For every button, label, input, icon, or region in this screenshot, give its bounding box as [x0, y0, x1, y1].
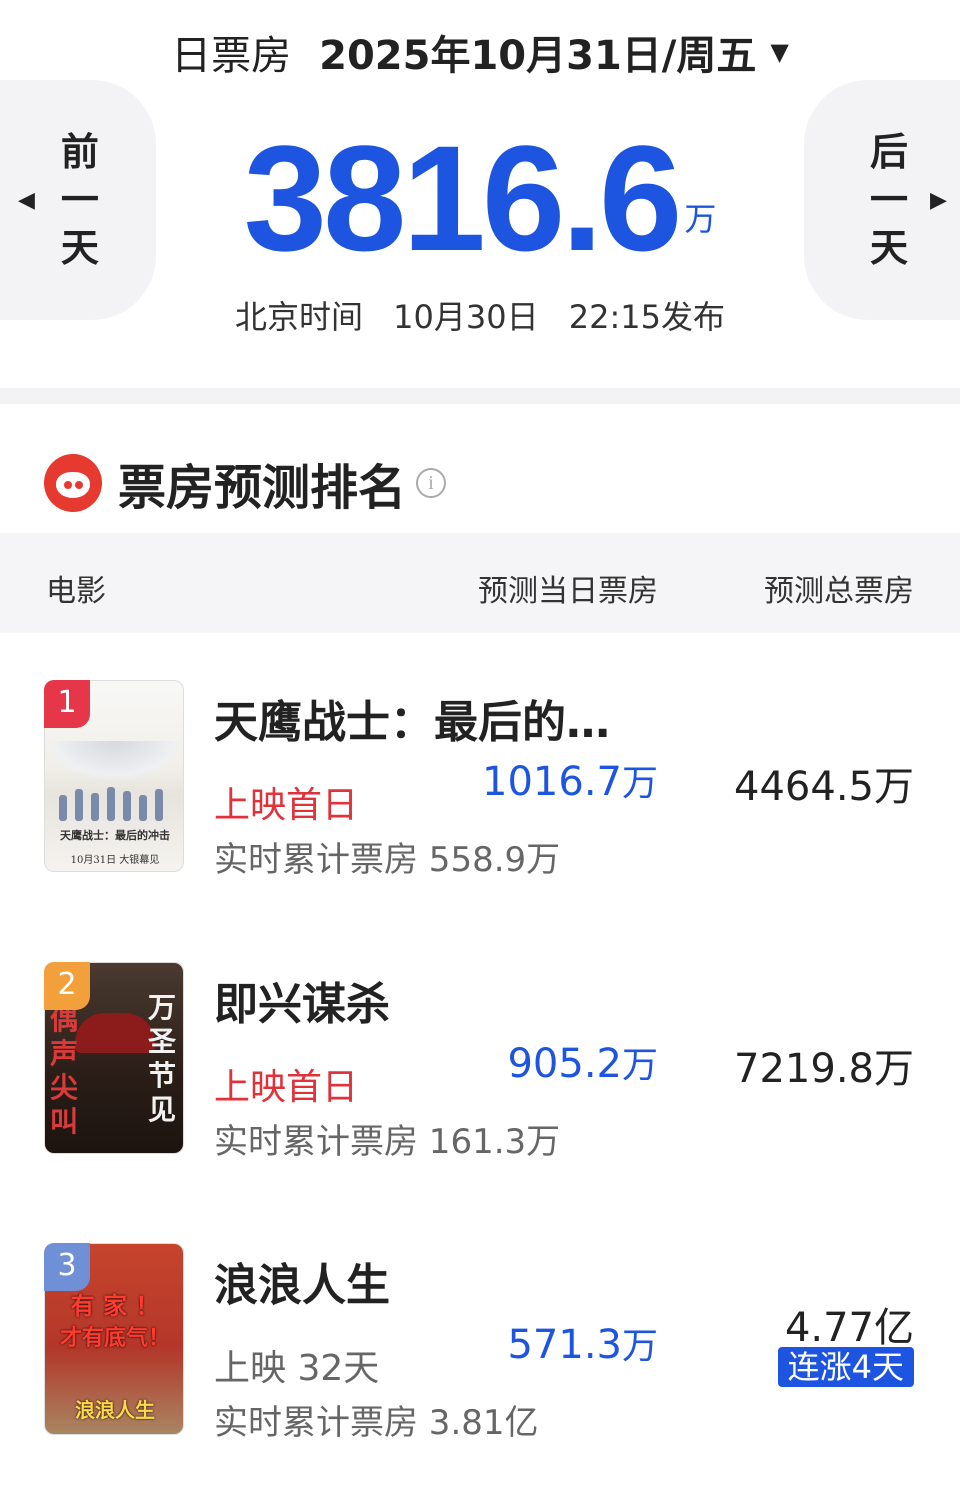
section-divider: [0, 388, 960, 404]
maoyan-cat-logo-icon: [44, 454, 102, 512]
movie-title[interactable]: 即兴谋杀: [214, 968, 390, 1032]
publish-time: 22:15发布: [568, 298, 726, 336]
poster-title-text: 天鹰战士：最后的冲击: [60, 829, 170, 842]
total-box-office: 3816.6 万: [0, 118, 960, 278]
dropdown-caret-icon[interactable]: ▼: [770, 38, 788, 66]
column-predicted-total: 预测总票房: [764, 574, 914, 609]
movie-title[interactable]: 浪浪人生: [214, 1249, 390, 1313]
poster-text: 有 家 ！: [70, 1292, 160, 1320]
predicted-total: 4464.5万: [734, 764, 914, 810]
release-status: 上映 32天: [214, 1348, 380, 1389]
daily-box-office-label: 日票房: [171, 33, 292, 79]
selected-date[interactable]: 2025年10月31日/周五: [319, 23, 756, 81]
movie-row[interactable]: 1 天鹰战士：最后的冲击 10月31日 大银幕见 天鹰战士：最后的… 上映首日 …: [0, 680, 960, 880]
rank-badge: 1: [44, 680, 90, 728]
predicted-today: 571.3万: [507, 1322, 658, 1368]
movie-row[interactable]: 2 偶声尖叫 万圣节见 即兴谋杀 上映首日 实时累计票房 161.3万 905.…: [0, 962, 960, 1162]
total-box-office-unit: 万: [684, 200, 717, 238]
predicted-today: 1016.7万: [482, 759, 658, 805]
predicted-total: 7219.8万: [734, 1046, 914, 1092]
cumulative-box-office: 实时累计票房 558.9万: [214, 840, 561, 880]
table-header: 电影 预测当日票房 预测总票房: [0, 533, 960, 633]
publish-date: 10月30日: [393, 298, 539, 336]
date-selector[interactable]: 日票房 2025年10月31日/周五 ▼: [0, 24, 960, 80]
rank-badge: 3: [44, 1243, 90, 1291]
predicted-total: 4.77亿: [784, 1305, 914, 1351]
column-predicted-today: 预测当日票房: [478, 574, 658, 609]
poster-text: 才有底气！: [59, 1326, 170, 1351]
release-status: 上映首日: [214, 785, 359, 826]
rank-badge: 2: [44, 962, 90, 1010]
info-icon[interactable]: i: [416, 468, 447, 498]
movie-row[interactable]: 3 有 家 ！ 才有底气！ 浪浪人生 浪浪人生 上映 32天 实时累计票房 3.…: [0, 1243, 960, 1443]
section-header: 票房预测排名 i: [44, 448, 447, 518]
movie-title[interactable]: 天鹰战士：最后的…: [214, 686, 610, 750]
cumulative-box-office: 实时累计票房 3.81亿: [214, 1403, 539, 1443]
consecutive-rise-badge: 连涨4天: [777, 1347, 914, 1387]
publish-info: 北京时间 10月30日 22:15发布: [0, 292, 960, 338]
poster-left-text: 偶声尖叫: [49, 1003, 78, 1138]
predicted-today: 905.2万: [507, 1041, 658, 1087]
poster-right-text: 万圣节见: [147, 991, 176, 1126]
poster-date-text: 10月31日 大银幕见: [70, 855, 160, 866]
poster-text: 浪浪人生: [75, 1398, 155, 1422]
total-box-office-value: 3816.6: [243, 114, 683, 282]
release-status: 上映首日: [214, 1067, 359, 1108]
cumulative-box-office: 实时累计票房 161.3万: [214, 1122, 561, 1162]
column-movie: 电影: [46, 574, 106, 609]
publish-prefix: 北京时间: [234, 298, 363, 336]
section-title: 票房预测排名: [118, 460, 407, 516]
